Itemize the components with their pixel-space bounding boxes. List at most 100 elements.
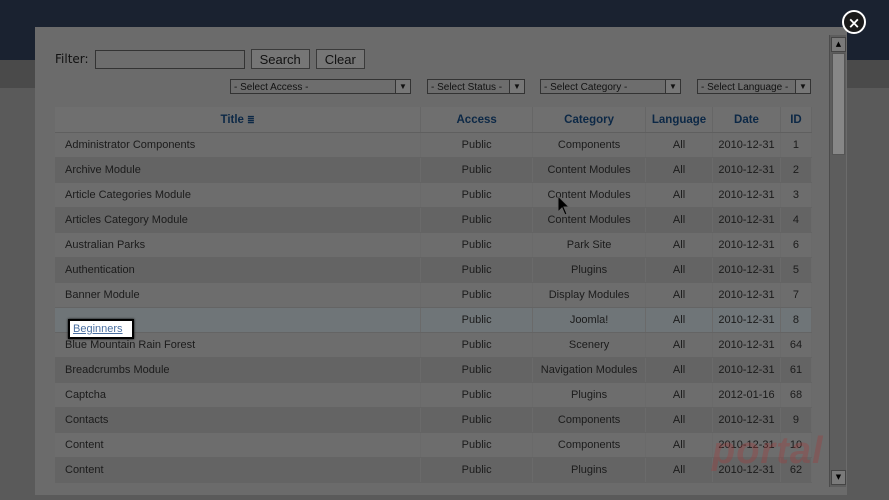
cell-id: 4 (780, 207, 813, 233)
cell-category: Plugins (532, 257, 647, 283)
cell-id: 1 (780, 132, 813, 158)
cell-id: 7 (780, 282, 813, 308)
cell-access: Public (420, 382, 534, 408)
cell-date: 2010-12-31 (712, 357, 781, 383)
article-title-link[interactable]: Article Categories Module (55, 182, 422, 208)
table-row[interactable]: Australian Parks Public Park Site All 2010-1… (55, 232, 813, 258)
table-row[interactable]: Administrator Components Public Components… (55, 132, 813, 158)
modal-scrollbar[interactable]: ▲ ▼ (829, 35, 846, 487)
chevron-down-icon: ▼ (795, 80, 810, 93)
article-title-link[interactable]: Administrator Components (55, 132, 422, 158)
scroll-thumb[interactable] (832, 53, 845, 155)
cell-date: 2012-01-16 (712, 382, 781, 408)
table-row[interactable]: Captcha Public Plugins All 2012-01-16 68 (55, 382, 813, 408)
column-access[interactable]: Access (420, 107, 534, 133)
select-access[interactable]: - Select Access - ▼ (230, 79, 411, 94)
select-access-value: - Select Access - (234, 82, 309, 93)
cell-id: 9 (780, 407, 813, 433)
cell-date: 2010-12-31 (712, 257, 781, 283)
article-title-link[interactable]: Authentication (55, 257, 422, 283)
cell-access: Public (420, 232, 534, 258)
modal-content: Filter: Search Clear - Select Access - ▼… (35, 27, 846, 495)
column-language[interactable]: Language (645, 107, 714, 133)
cell-date: 2010-12-31 (712, 207, 781, 233)
cell-id: 5 (780, 257, 813, 283)
cell-category: Scenery (532, 332, 647, 358)
highlighted-article-link[interactable]: Beginners (68, 319, 134, 339)
cell-access: Public (420, 457, 534, 483)
clear-button[interactable]: Clear (315, 49, 365, 69)
article-title-link[interactable]: Content (55, 432, 422, 458)
table-row[interactable]: Breadcrumbs Module Public Navigation Modul… (55, 357, 813, 383)
article-title-link[interactable]: Banner Module (55, 282, 422, 308)
article-title-link[interactable]: Archive Module (55, 157, 422, 183)
select-category[interactable]: - Select Category - ▼ (540, 79, 681, 94)
article-title-link[interactable]: Australian Parks (55, 232, 422, 258)
cell-category: Content Modules (532, 157, 647, 183)
watermark-logo: portal (712, 430, 824, 472)
cell-category: Plugins (532, 457, 647, 483)
cell-access: Public (420, 407, 534, 433)
chevron-down-icon: ▼ (509, 80, 524, 93)
table-header-row: Title ≣ Access Category Language Date ID (55, 107, 813, 133)
table-row[interactable]: Banner Module Public Display Modules All 201… (55, 282, 813, 308)
article-title-link[interactable]: Breadcrumbs Module (55, 357, 422, 383)
cell-id: 8 (780, 307, 813, 333)
cell-access: Public (420, 307, 534, 333)
mouse-cursor-icon (557, 195, 571, 216)
table-row[interactable]: Contacts Public Components All 2010-12-31 9 (55, 407, 813, 433)
select-language[interactable]: - Select Language - ▼ (697, 79, 811, 94)
cell-language: All (645, 257, 714, 283)
cell-date: 2010-12-31 (712, 182, 781, 208)
column-category[interactable]: Category (532, 107, 647, 133)
chevron-down-icon: ▼ (665, 80, 680, 93)
article-title-link[interactable]: Contacts (55, 407, 422, 433)
scroll-down-icon[interactable]: ▼ (831, 470, 846, 485)
cell-access: Public (420, 357, 534, 383)
table-row[interactable]: Articles Category Module Public Content Mo… (55, 207, 813, 233)
cell-access: Public (420, 282, 534, 308)
cell-language: All (645, 457, 714, 483)
filter-bar: Filter: Search Clear (55, 49, 365, 69)
cell-date: 2010-12-31 (712, 332, 781, 358)
cell-id: 6 (780, 232, 813, 258)
table-row[interactable]: Archive Module Public Content Modules All 20… (55, 157, 813, 183)
filter-label: Filter: (55, 52, 89, 66)
sort-icon: ≣ (247, 114, 255, 125)
cell-language: All (645, 132, 714, 158)
cell-language: All (645, 307, 714, 333)
cell-date: 2010-12-31 (712, 307, 781, 333)
cell-access: Public (420, 207, 534, 233)
column-id[interactable]: ID (780, 107, 813, 133)
table-row[interactable]: Content Public Plugins All 2010-12-31 62 (55, 457, 813, 483)
filter-input[interactable] (94, 49, 245, 69)
cell-category: Navigation Modules (532, 357, 647, 383)
cell-id: 64 (780, 332, 813, 358)
cell-category: Joomla! (532, 307, 647, 333)
cell-category: Content Modules (532, 182, 647, 208)
column-title[interactable]: Title ≣ (55, 107, 422, 133)
cell-category: Park Site (532, 232, 647, 258)
cell-category: Components (532, 132, 647, 158)
table-row[interactable]: Authentication Public Plugins All 2010-12-31… (55, 257, 813, 283)
cell-date: 2010-12-31 (712, 157, 781, 183)
close-icon[interactable]: × (842, 10, 866, 34)
cell-language: All (645, 382, 714, 408)
cell-language: All (645, 232, 714, 258)
article-title-link[interactable]: Captcha (55, 382, 422, 408)
article-title-link[interactable]: Content (55, 457, 422, 483)
column-title-label: Title (220, 113, 244, 126)
column-date[interactable]: Date (712, 107, 781, 133)
table-row[interactable]: Public Joomla! All 2010-12-31 8 (55, 307, 813, 333)
cell-category: Display Modules (532, 282, 647, 308)
table-row[interactable]: Article Categories Module Public Content M… (55, 182, 813, 208)
cell-id: 68 (780, 382, 813, 408)
table-row[interactable]: Content Public Components All 2010-12-31 10 (55, 432, 813, 458)
table-row[interactable]: Blue Mountain Rain Forest Public Scenery Al… (55, 332, 813, 358)
scroll-up-icon[interactable]: ▲ (831, 37, 846, 52)
select-status[interactable]: - Select Status - ▼ (427, 79, 525, 94)
cell-date: 2010-12-31 (712, 132, 781, 158)
cell-access: Public (420, 257, 534, 283)
article-title-link[interactable]: Articles Category Module (55, 207, 422, 233)
search-button[interactable]: Search (250, 49, 310, 69)
